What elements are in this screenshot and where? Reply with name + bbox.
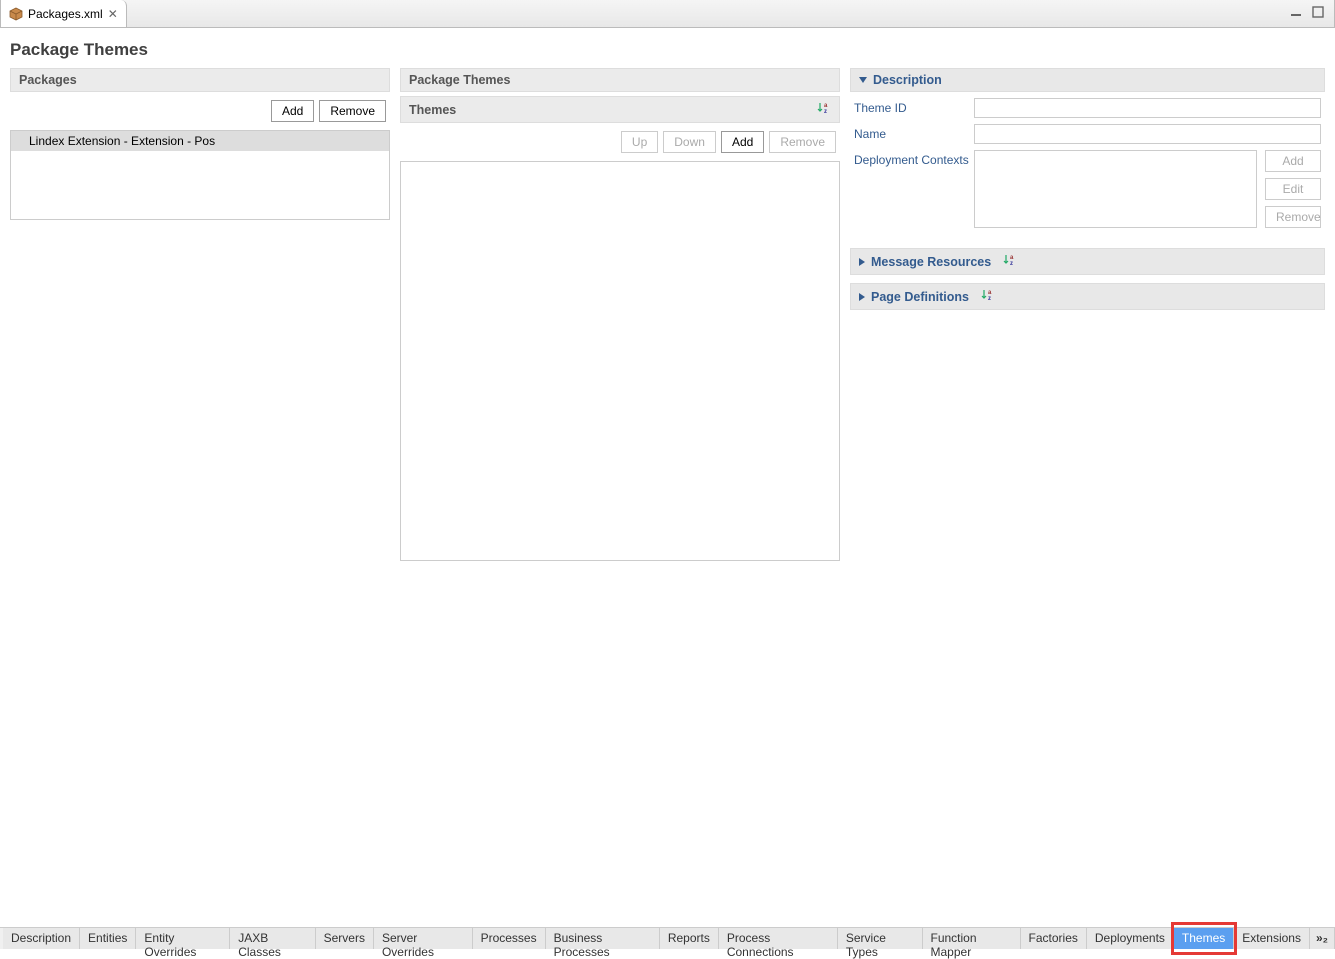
tab-entity-overrides[interactable]: Entity Overrides: [136, 928, 230, 949]
page-definitions-panel-header[interactable]: Page Definitions az: [850, 283, 1325, 310]
properties-pane: Description Theme ID Name Deployment Con…: [850, 68, 1325, 561]
bottom-tab-bar: Description Entities Entity Overrides JA…: [0, 927, 1335, 949]
packages-section-header: Packages: [10, 68, 390, 92]
maximize-icon[interactable]: [1312, 5, 1324, 23]
dc-edit-button[interactable]: Edit: [1265, 178, 1321, 200]
close-tab-icon[interactable]: ✕: [108, 7, 118, 21]
svg-text:z: z: [824, 109, 827, 115]
expand-icon: [859, 293, 865, 301]
tab-themes[interactable]: Themes: [1174, 928, 1234, 949]
sort-icon[interactable]: az: [1003, 253, 1017, 270]
svg-text:z: z: [988, 296, 991, 302]
tab-process-connections[interactable]: Process Connections: [719, 928, 838, 949]
name-label: Name: [854, 124, 974, 141]
tab-deployments[interactable]: Deployments: [1087, 928, 1174, 949]
themes-list[interactable]: [400, 161, 840, 561]
file-tab-label: Packages.xml: [28, 7, 103, 21]
tab-actions: [1290, 0, 1334, 27]
svg-text:z: z: [1010, 261, 1013, 267]
package-themes-pane: Package Themes Themes az Up Down Add Rem…: [400, 68, 840, 561]
themes-remove-button[interactable]: Remove: [769, 131, 836, 153]
name-field[interactable]: [974, 124, 1321, 144]
message-resources-panel-header[interactable]: Message Resources az: [850, 248, 1325, 275]
themes-add-button[interactable]: Add: [721, 131, 764, 153]
tab-business-processes[interactable]: Business Processes: [546, 928, 660, 949]
tab-server-overrides[interactable]: Server Overrides: [374, 928, 473, 949]
package-file-icon: [9, 7, 23, 21]
themes-up-button[interactable]: Up: [621, 131, 658, 153]
theme-id-field[interactable]: [974, 98, 1321, 118]
expand-icon: [859, 258, 865, 266]
description-panel-title: Description: [873, 73, 942, 87]
theme-id-label: Theme ID: [854, 98, 974, 115]
packages-remove-button[interactable]: Remove: [319, 100, 386, 122]
tab-servers[interactable]: Servers: [316, 928, 374, 949]
tab-function-mapper[interactable]: Function Mapper: [923, 928, 1021, 949]
tab-overflow[interactable]: »₂: [1310, 928, 1335, 949]
package-themes-section-title: Package Themes: [409, 73, 510, 87]
description-form: Theme ID Name Deployment Contexts Add Ed…: [850, 92, 1325, 240]
minimize-icon[interactable]: [1290, 5, 1302, 23]
file-tab-packages-xml[interactable]: Packages.xml ✕: [1, 0, 127, 27]
themes-down-button[interactable]: Down: [663, 131, 716, 153]
sort-icon[interactable]: az: [981, 288, 995, 305]
page-definitions-panel-title: Page Definitions: [871, 290, 969, 304]
packages-pane: Packages Add Remove Lindex Extension - E…: [10, 68, 390, 561]
tab-extensions[interactable]: Extensions: [1234, 928, 1310, 949]
sort-icon[interactable]: az: [817, 101, 831, 118]
page-title: Package Themes: [0, 28, 1335, 68]
packages-list[interactable]: Lindex Extension - Extension - Pos: [10, 130, 390, 220]
description-panel-header[interactable]: Description: [850, 68, 1325, 92]
dc-remove-button[interactable]: Remove: [1265, 206, 1321, 228]
tab-service-types[interactable]: Service Types: [838, 928, 923, 949]
tab-jaxb-classes[interactable]: JAXB Classes: [230, 928, 315, 949]
packages-add-button[interactable]: Add: [271, 100, 314, 122]
tab-description[interactable]: Description: [3, 928, 80, 949]
dc-add-button[interactable]: Add: [1265, 150, 1321, 172]
tab-reports[interactable]: Reports: [660, 928, 719, 949]
file-tab-bar: Packages.xml ✕: [0, 0, 1335, 28]
packages-section-title: Packages: [19, 73, 77, 87]
tab-processes[interactable]: Processes: [473, 928, 546, 949]
tab-factories[interactable]: Factories: [1021, 928, 1087, 949]
tab-entities[interactable]: Entities: [80, 928, 136, 949]
deployment-contexts-list[interactable]: [974, 150, 1257, 228]
deployment-contexts-label: Deployment Contexts: [854, 150, 974, 167]
expand-icon: [859, 77, 867, 83]
package-themes-section-header: Package Themes: [400, 68, 840, 92]
list-item[interactable]: Lindex Extension - Extension - Pos: [11, 131, 389, 151]
themes-section-title: Themes: [409, 103, 456, 117]
themes-section-header: Themes az: [400, 96, 840, 123]
message-resources-panel-title: Message Resources: [871, 255, 991, 269]
